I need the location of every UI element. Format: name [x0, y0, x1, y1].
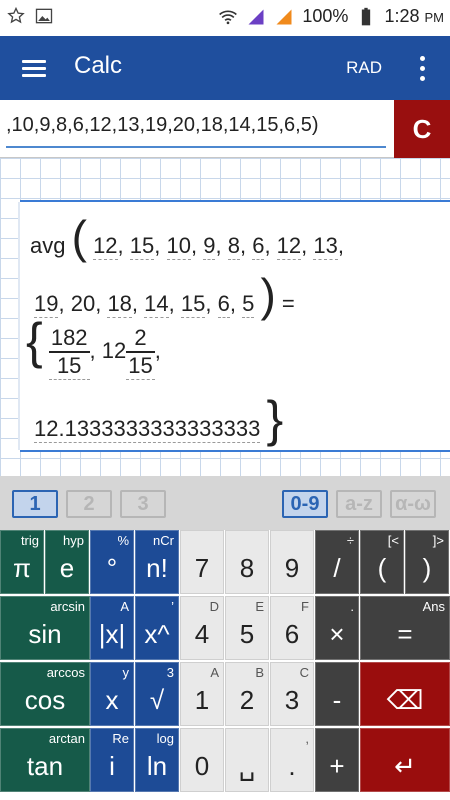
arg: 6 — [252, 233, 265, 260]
result-card: avg ( 12, 15, 10, 9, 8, 6, 12, 13, 19, 2… — [18, 200, 450, 452]
tab-page-1[interactable]: 1 — [12, 490, 58, 518]
key-i[interactable]: Re i — [90, 728, 134, 792]
key-ln[interactable]: log ln — [135, 728, 179, 792]
key-6[interactable]: F6 — [270, 596, 314, 660]
key-space[interactable]: ␣ — [225, 728, 269, 792]
key-3[interactable]: C3 — [270, 662, 314, 726]
arg: 12 — [93, 233, 118, 260]
tab-greek[interactable]: α-ω — [390, 490, 436, 518]
arg: 15 — [180, 291, 206, 318]
key-abs[interactable]: A |x| — [90, 596, 134, 660]
app-title: Calc — [74, 52, 123, 79]
arg: 14 — [144, 291, 169, 318]
key-factorial[interactable]: nCr n! — [135, 530, 179, 594]
key-1[interactable]: A1 — [180, 662, 224, 726]
result-line-4: 12.1333333333333333 } — [34, 394, 283, 444]
key-pi[interactable]: trig π — [0, 530, 44, 594]
app-bar: Calc RAD — [0, 36, 450, 100]
tab-digits[interactable]: 0-9 — [282, 490, 328, 518]
key-decimal[interactable]: ,. — [270, 728, 314, 792]
image-icon — [35, 8, 53, 24]
menu-icon[interactable] — [20, 54, 48, 82]
key-tan[interactable]: arctan tan — [0, 728, 90, 792]
arg: 8 — [227, 233, 240, 260]
tab-page-2[interactable]: 2 — [66, 490, 112, 518]
key-sqrt[interactable]: 3 √ — [135, 662, 179, 726]
arg: 20 — [70, 291, 96, 316]
battery-percent: 100% — [302, 6, 349, 26]
key-cos[interactable]: arccos cos — [0, 662, 90, 726]
arg: 15 — [129, 233, 155, 260]
arg: 12 — [276, 233, 302, 260]
key-9[interactable]: 9 — [270, 530, 314, 594]
key-open-paren[interactable]: [<( — [360, 530, 404, 594]
mixed-whole: 12 — [101, 338, 127, 363]
key-e[interactable]: hyp e — [45, 530, 89, 594]
angle-mode-button[interactable]: RAD — [346, 58, 382, 78]
key-minus[interactable]: - — [315, 662, 359, 726]
result-area: avg ( 12, 15, 10, 9, 8, 6, 12, 13, 19, 2… — [0, 158, 450, 476]
arg: 6 — [217, 291, 230, 318]
clear-button[interactable]: C — [394, 100, 450, 158]
status-bar: 100% 1:28 PM — [0, 0, 450, 36]
arg: 9 — [203, 233, 216, 260]
clock: 1:28 PM — [384, 6, 444, 26]
keypad: trig π hyp e % ° nCr n! 7 8 9 ÷ / [<( ]>) arc… — [0, 530, 450, 800]
key-divide[interactable]: ÷ / — [315, 530, 359, 594]
decimal-result: 12.1333333333333333 — [34, 416, 261, 443]
more-options-icon[interactable] — [414, 54, 430, 84]
wifi-icon — [219, 10, 238, 24]
close-paren: ) — [260, 269, 276, 321]
key-0[interactable]: 0 — [180, 728, 224, 792]
key-plus[interactable]: + — [315, 728, 359, 792]
function-name: avg — [30, 233, 66, 258]
key-8[interactable]: 8 — [225, 530, 269, 594]
arg: 13 — [313, 233, 338, 260]
close-brace: } — [266, 391, 284, 447]
arg: 18 — [107, 291, 132, 318]
key-5[interactable]: E5 — [225, 596, 269, 660]
key-close-paren[interactable]: ]>) — [405, 530, 449, 594]
key-x[interactable]: yx — [90, 662, 134, 726]
star-icon — [7, 6, 25, 24]
open-brace: { — [26, 313, 43, 369]
key-multiply[interactable]: . × — [315, 596, 359, 660]
result-line-1: avg ( 12, 15, 10, 9, 8, 6, 12, 13, — [30, 211, 344, 263]
key-2[interactable]: B2 — [225, 662, 269, 726]
key-7[interactable]: 7 — [180, 530, 224, 594]
arg: 10 — [166, 233, 191, 260]
backspace-icon[interactable]: ⌫ — [360, 662, 450, 726]
signal-icon-2 — [276, 9, 292, 24]
key-4[interactable]: D4 — [180, 596, 224, 660]
result-line-3: { 182 15 , 12 2 15 , — [26, 313, 161, 380]
result-line-2: 19, 20, 18, 14, 15, 6, 5 ) = — [34, 269, 295, 321]
key-power[interactable]: ’ x^ — [135, 596, 179, 660]
key-degree[interactable]: % ° — [90, 530, 134, 594]
fraction: 182 15 — [48, 324, 90, 380]
open-paren: ( — [71, 211, 87, 263]
keypad-tabs: 1 2 3 0-9 a-z α-ω — [0, 476, 450, 530]
tab-letters[interactable]: a-z — [336, 490, 382, 518]
equals-sign: = — [281, 291, 295, 316]
tab-page-3[interactable]: 3 — [120, 490, 166, 518]
arg: 5 — [242, 291, 255, 318]
key-sin[interactable]: arcsin sin — [0, 596, 90, 660]
input-row: ,10,9,8,6,12,13,19,20,18,14,15,6,5) C — [0, 100, 450, 158]
signal-icon-1 — [248, 9, 264, 24]
mixed-fraction: 2 15 — [126, 324, 155, 380]
battery-icon — [362, 7, 371, 25]
enter-icon[interactable]: ↵ — [360, 728, 450, 792]
key-equals[interactable]: Ans = — [360, 596, 450, 660]
expression-input[interactable]: ,10,9,8,6,12,13,19,20,18,14,15,6,5) — [6, 108, 386, 148]
